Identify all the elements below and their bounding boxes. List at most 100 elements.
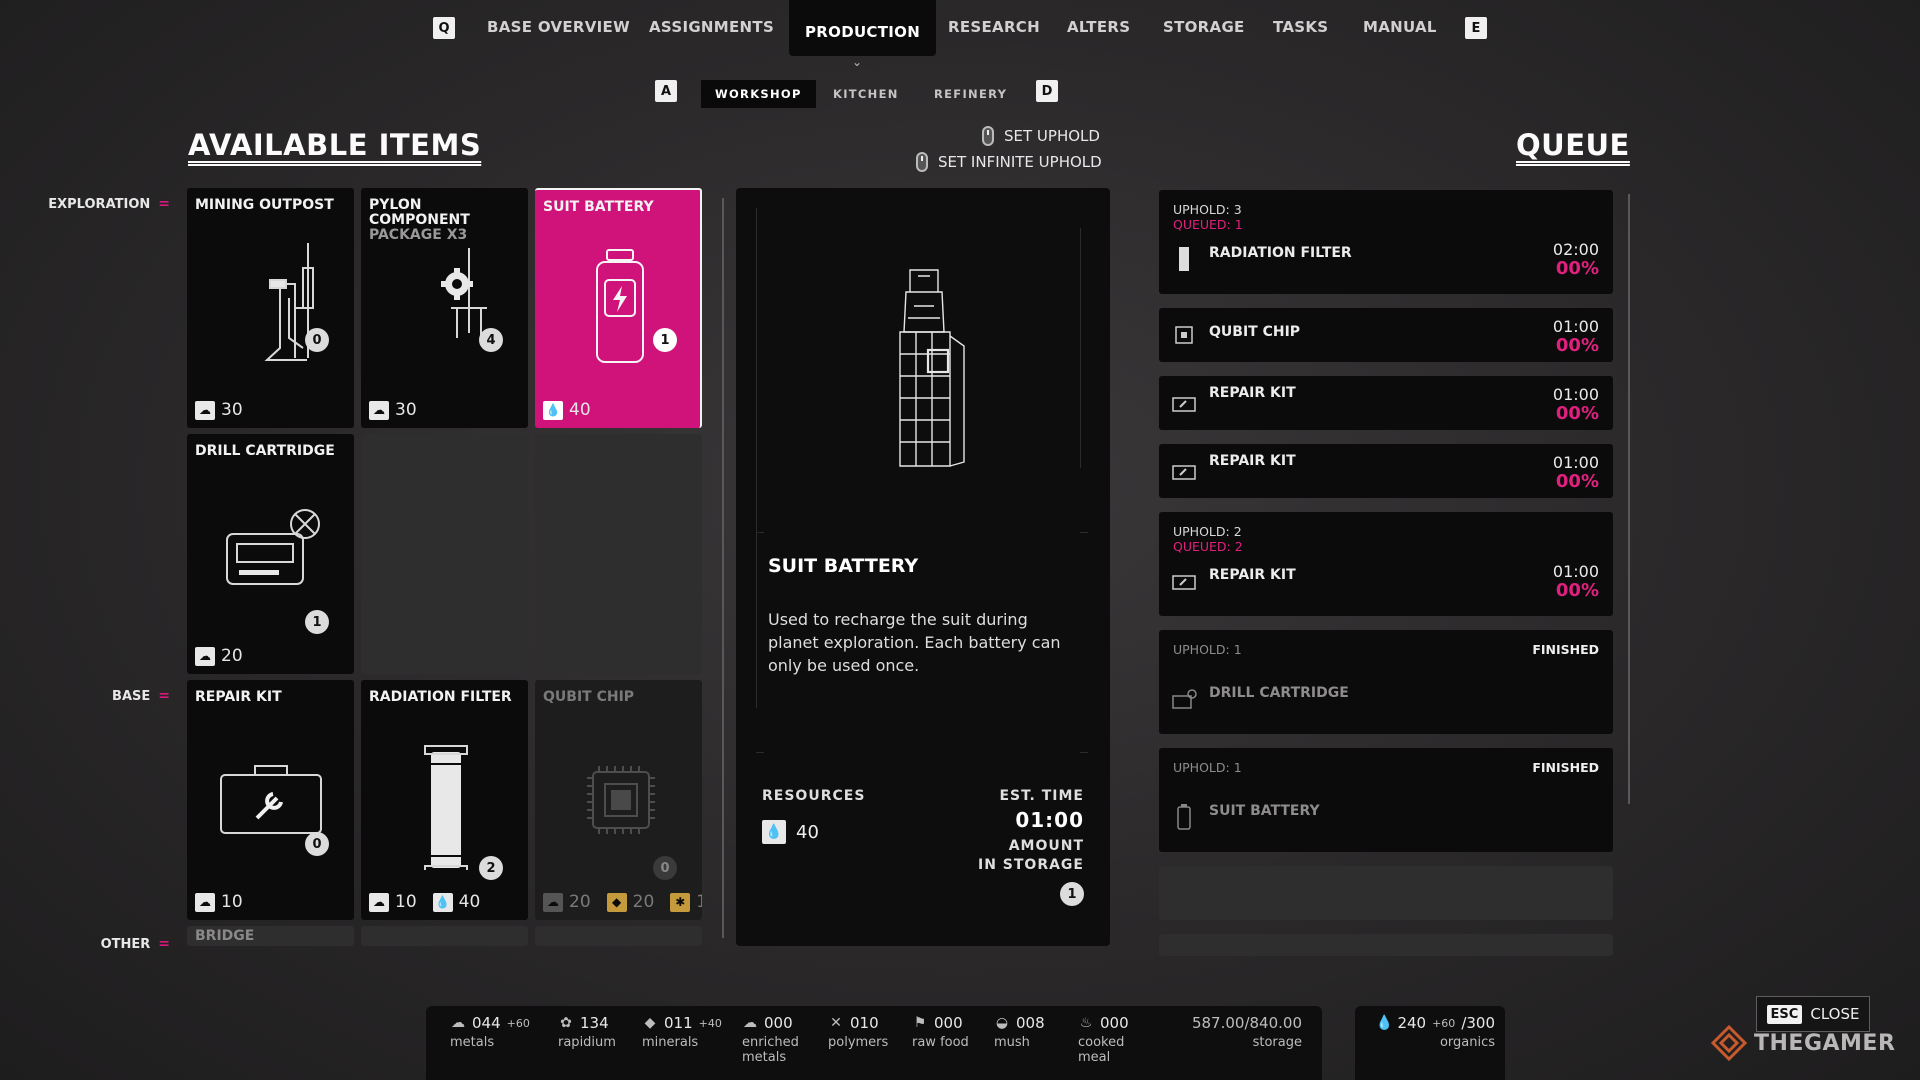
rapidium-icon: ✿	[560, 1015, 572, 1031]
in-storage-label: IN STORAGE	[977, 857, 1084, 873]
chevron-down-icon: ⌄	[852, 55, 863, 69]
repair-kit-icon	[1171, 390, 1197, 416]
prev-tab-key[interactable]: Q	[433, 17, 455, 39]
stock-count-badge: 4	[479, 328, 503, 352]
category-label: OTHER	[100, 936, 151, 952]
resource-minerals: ◆ 011 +40 minerals	[642, 1014, 722, 1050]
tab-assignments[interactable]: ASSIGNMENTS	[649, 18, 774, 36]
cost-value: 20	[569, 892, 591, 912]
item-cost: ☁ 20	[195, 646, 243, 666]
resource-label: metals	[450, 1035, 495, 1050]
item-card-qubit-chip[interactable]: QUBIT CHIP 0 ☁ 20 ◆ 20 ✱ 1	[535, 680, 702, 920]
suit-battery-icon	[1171, 804, 1197, 830]
suit-battery-wireframe	[899, 269, 965, 467]
queue-item[interactable]: UPHOLD: 3 QUEUED: 1 RADIATION FILTER 02:0…	[1159, 190, 1613, 294]
resource-value: 134	[580, 1014, 609, 1032]
est-time-value: 01:00	[1015, 808, 1084, 832]
metals-icon: ☁	[369, 400, 389, 420]
queue-scrollbar[interactable]	[1628, 194, 1630, 804]
tab-storage[interactable]: STORAGE	[1163, 18, 1245, 36]
category-other[interactable]: OTHER =	[101, 936, 170, 952]
category-base[interactable]: BASE =	[112, 688, 170, 704]
set-infinite-uphold-hint: SET INFINITE UPHOLD	[916, 152, 1102, 172]
set-uphold-label: SET UPHOLD	[1004, 127, 1100, 145]
stock-count-badge: 1	[305, 610, 329, 634]
top-navigation: Q BASE OVERVIEW ASSIGNMENTS PRODUCTION R…	[0, 0, 1920, 56]
queue-item-finished[interactable]: UPHOLD: 1 FINISHED SUIT BATTERY	[1159, 748, 1613, 852]
cooked-meal-icon: ♨	[1079, 1015, 1093, 1031]
resource-polymers: ✕ 010 polymers	[828, 1014, 888, 1050]
detail-description: Used to recharge the suit during planet …	[768, 610, 1061, 675]
queue-item-time: 01:00	[1552, 317, 1599, 336]
metals-icon: ☁	[195, 400, 215, 420]
resource-max: /300	[1461, 1014, 1495, 1032]
resource-label: mush	[994, 1035, 1030, 1050]
suit-battery-icon	[596, 249, 644, 363]
stock-count-badge: 0	[305, 328, 329, 352]
item-card-suit-battery[interactable]: SUIT BATTERY 1 💧 40	[535, 188, 702, 428]
category-label: EXPLORATION	[48, 196, 151, 212]
esc-key: ESC	[1766, 1004, 1803, 1024]
radiation-filter-icon	[424, 745, 468, 870]
resource-value: 008	[1016, 1014, 1045, 1032]
resource-delta: +60	[1432, 1016, 1456, 1030]
tab-base-overview[interactable]: BASE OVERVIEW	[487, 18, 630, 36]
queue-item[interactable]: UPHOLD: 2 QUEUED: 2 REPAIR KIT 01:00 00%	[1159, 512, 1613, 616]
set-infinite-uphold-label: SET INFINITE UPHOLD	[938, 153, 1102, 171]
items-scrollbar[interactable]	[722, 198, 724, 938]
subtab-kitchen[interactable]: KITCHEN	[819, 80, 913, 108]
item-card-bridge[interactable]: BRIDGE	[187, 926, 354, 946]
next-subtab-key[interactable]: D	[1036, 80, 1058, 102]
raw-food-icon: ⚑	[913, 1015, 927, 1031]
queue-item[interactable]: REPAIR KIT 01:00 00%	[1159, 444, 1613, 498]
item-cost: 💧 40	[543, 400, 591, 420]
queue-item[interactable]: REPAIR KIT 01:00 00%	[1159, 376, 1613, 430]
storage-value: 587.00/840.00	[1191, 1014, 1302, 1032]
tab-production[interactable]: PRODUCTION	[789, 0, 937, 56]
mining-outpost-icon	[264, 243, 314, 361]
prev-subtab-key[interactable]: A	[655, 80, 677, 102]
category-exploration[interactable]: EXPLORATION =	[48, 196, 170, 212]
queue-meta: UPHOLD: 2 QUEUED: 2	[1173, 524, 1243, 554]
tab-tasks[interactable]: TASKS	[1273, 18, 1328, 36]
queue-item-progress: 00%	[1555, 258, 1599, 279]
queue-item-progress: 00%	[1555, 471, 1599, 492]
item-card-mining-outpost[interactable]: MINING OUTPOST 0 ☁ 30	[187, 188, 354, 428]
tab-manual[interactable]: MANUAL	[1363, 18, 1437, 36]
uphold-count: UPHOLD: 3	[1173, 202, 1242, 217]
queue-item-progress: 00%	[1555, 403, 1599, 424]
resource-label: polymers	[828, 1035, 889, 1050]
resource-value: 044	[472, 1014, 501, 1032]
resource-label: storage	[1252, 1035, 1302, 1050]
queue-item[interactable]: QUBIT CHIP 01:00 00%	[1159, 308, 1613, 362]
queue-item-time: 01:00	[1552, 385, 1599, 404]
subtab-workshop[interactable]: WORKSHOP	[701, 80, 816, 108]
resource-value: 40	[796, 821, 819, 843]
organics-icon: 💧	[543, 400, 563, 420]
item-card-drill-cartridge[interactable]: DRILL CARTRIDGE 1 ☁ 20	[187, 434, 354, 674]
item-title: SUIT BATTERY	[543, 199, 654, 215]
tab-research[interactable]: RESEARCH	[948, 18, 1040, 36]
cost-value: 20	[632, 892, 655, 912]
watermark-text: THEGAMER	[1754, 1030, 1896, 1056]
repair-kit-icon	[1171, 568, 1197, 594]
amount-in-storage-badge: 1	[1060, 882, 1084, 906]
polymers-icon: ✱	[670, 892, 691, 912]
est-time-label: EST. TIME	[999, 788, 1084, 804]
item-title: RADIATION FILTER	[369, 689, 512, 705]
cost-value: 10	[395, 892, 417, 912]
queue-item-progress: 00%	[1555, 580, 1599, 601]
category-label: BASE	[112, 688, 151, 704]
item-card-pylon-component[interactable]: PYLON COMPONENT PACKAGE X3 4 ☁ 30	[361, 188, 528, 428]
subtab-refinery[interactable]: REFINERY	[920, 80, 1021, 108]
queue-item-finished[interactable]: UPHOLD: 1 FINISHED DRILL CARTRIDGE	[1159, 630, 1613, 734]
stock-count-badge: 2	[479, 856, 503, 880]
item-card-repair-kit[interactable]: REPAIR KIT 0 ☁ 10	[187, 680, 354, 920]
item-card-radiation-filter[interactable]: RADIATION FILTER 2 ☁ 10 💧 40	[361, 680, 528, 920]
item-title: PYLON COMPONENT PACKAGE X3	[369, 198, 519, 243]
metals-icon: ☁	[543, 892, 563, 912]
resource-bar: ☁ 044 +60 metals ✿ 134 rapidium ◆ 011 +40 min…	[426, 1006, 1322, 1080]
next-tab-key[interactable]: E	[1465, 17, 1487, 39]
minerals-icon: ◆	[644, 1015, 656, 1031]
tab-alters[interactable]: ALTERS	[1067, 18, 1130, 36]
